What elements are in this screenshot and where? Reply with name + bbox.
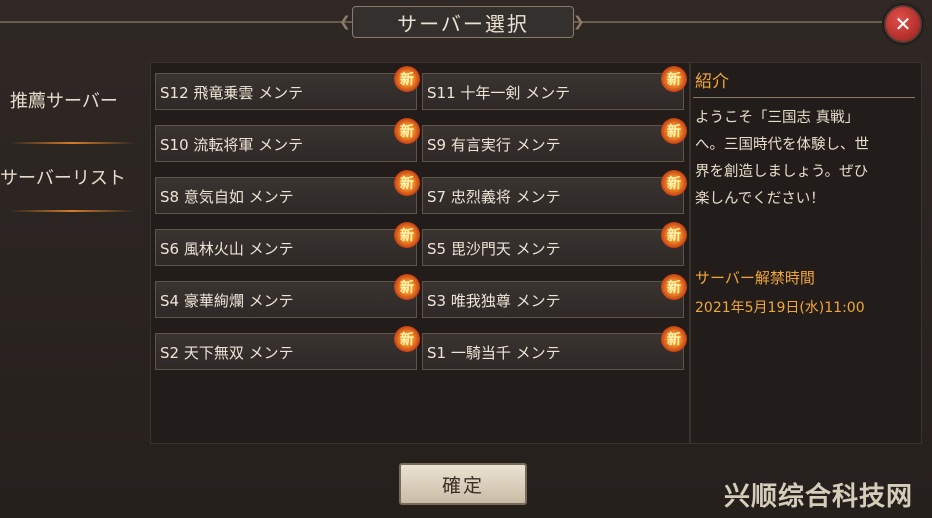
server-list-panel: S12 飛竜乗雲 メンテ 新 S11 十年一剣 メンテ 新 S10 流転将軍 メ… bbox=[150, 62, 690, 444]
confirm-button[interactable]: 確定 bbox=[399, 463, 527, 505]
lift-time-value: 2021年5月19日(水)11:00 bbox=[695, 300, 865, 316]
server-label: S5 毘沙門天 メンテ bbox=[427, 240, 561, 258]
dialog-title-plaque: ❮ サーバー選択 ❯ bbox=[339, 6, 585, 38]
new-badge-icon: 新 bbox=[661, 170, 687, 196]
new-badge-icon: 新 bbox=[661, 66, 687, 92]
server-button-s7[interactable]: S7 忠烈義将 メンテ 新 bbox=[422, 170, 687, 214]
server-button-s11[interactable]: S11 十年一剣 メンテ 新 bbox=[422, 66, 687, 110]
new-badge-icon: 新 bbox=[661, 274, 687, 300]
server-info-panel: 紹介 ようこそ「三国志 真戦」 へ。三国時代を体験し、世 界を創造しましょう。ぜ… bbox=[690, 62, 922, 444]
server-button-s1[interactable]: S1 一騎当千 メンテ 新 bbox=[422, 326, 687, 370]
server-select-dialog: ❮ サーバー選択 ❯ ✕ 推薦サーバー サーバーリスト S12 飛竜乗雲 メンテ… bbox=[0, 0, 932, 518]
server-label: S4 豪華絢爛 メンテ bbox=[160, 292, 294, 310]
server-button-s3[interactable]: S3 唯我独尊 メンテ 新 bbox=[422, 274, 687, 318]
new-badge-icon: 新 bbox=[661, 326, 687, 352]
nav-divider-top bbox=[10, 142, 135, 144]
server-button-s2[interactable]: S2 天下無双 メンテ 新 bbox=[155, 326, 420, 370]
server-label: S10 流転将軍 メンテ bbox=[160, 136, 304, 154]
server-label: S1 一騎当千 メンテ bbox=[427, 344, 561, 362]
new-badge-icon: 新 bbox=[661, 118, 687, 144]
close-button[interactable]: ✕ bbox=[884, 5, 922, 43]
close-x-icon: ✕ bbox=[894, 12, 912, 36]
title-divider-right bbox=[572, 21, 882, 23]
info-divider bbox=[693, 97, 915, 98]
new-badge-icon: 新 bbox=[394, 170, 420, 196]
server-label: S8 意気自如 メンテ bbox=[160, 188, 294, 206]
new-badge-icon: 新 bbox=[394, 66, 420, 92]
new-badge-icon: 新 bbox=[394, 274, 420, 300]
server-label: S11 十年一剣 メンテ bbox=[427, 84, 571, 102]
new-badge-icon: 新 bbox=[394, 222, 420, 248]
server-label: S12 飛竜乗雲 メンテ bbox=[160, 84, 304, 102]
site-watermark: 兴顺综合科技网 bbox=[724, 482, 914, 512]
server-button-s6[interactable]: S6 風林火山 メンテ 新 bbox=[155, 222, 420, 266]
server-button-s10[interactable]: S10 流転将軍 メンテ 新 bbox=[155, 118, 420, 162]
server-button-s4[interactable]: S4 豪華絢爛 メンテ 新 bbox=[155, 274, 420, 318]
ornament-right-icon: ❯ bbox=[573, 14, 587, 30]
server-button-s12[interactable]: S12 飛竜乗雲 メンテ 新 bbox=[155, 66, 420, 110]
server-label: S3 唯我独尊 メンテ bbox=[427, 292, 561, 310]
server-button-s8[interactable]: S8 意気自如 メンテ 新 bbox=[155, 170, 420, 214]
server-button-s5[interactable]: S5 毘沙門天 メンテ 新 bbox=[422, 222, 687, 266]
nav-recommended-servers[interactable]: 推薦サーバー bbox=[10, 87, 160, 113]
server-label: S7 忠烈義将 メンテ bbox=[427, 188, 561, 206]
nav-divider-bottom bbox=[10, 210, 135, 212]
server-label: S6 風林火山 メンテ bbox=[160, 240, 294, 258]
ornament-left-icon: ❮ bbox=[339, 14, 353, 30]
dialog-title: サーバー選択 bbox=[397, 11, 529, 36]
title-divider-left bbox=[0, 21, 352, 23]
lift-time-title: サーバー解禁時間 bbox=[695, 269, 815, 287]
new-badge-icon: 新 bbox=[394, 326, 420, 352]
info-title: 紹介 bbox=[695, 72, 729, 92]
new-badge-icon: 新 bbox=[394, 118, 420, 144]
server-nav: 推薦サーバー サーバーリスト bbox=[0, 60, 150, 440]
nav-server-list[interactable]: サーバーリスト bbox=[0, 164, 150, 190]
info-description: ようこそ「三国志 真戦」 へ。三国時代を体験し、世 界を創造しましょう。ぜひ 楽… bbox=[695, 110, 869, 207]
new-badge-icon: 新 bbox=[661, 222, 687, 248]
server-label: S2 天下無双 メンテ bbox=[160, 344, 294, 362]
server-button-s9[interactable]: S9 有言実行 メンテ 新 bbox=[422, 118, 687, 162]
server-label: S9 有言実行 メンテ bbox=[427, 136, 561, 154]
